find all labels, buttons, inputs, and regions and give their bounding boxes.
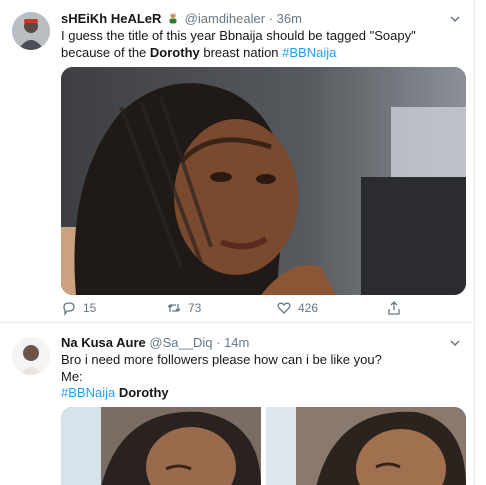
tweet-header: sHEiKh HeALeR @iamdihealer · 36m [61, 11, 302, 27]
tweet[interactable]: sHEiKh HeALeR @iamdihealer · 36m I guess… [0, 0, 474, 323]
tweet-text: Bro i need more followers please how can… [61, 352, 461, 402]
retweet-count: 73 [188, 301, 202, 315]
tweet-text: I guess the title of this year Bbnaija s… [61, 28, 461, 61]
share-button[interactable] [386, 300, 402, 316]
chevron-down-icon[interactable] [448, 12, 462, 26]
display-name[interactable]: Na Kusa Aure [61, 335, 146, 350]
timestamp[interactable]: 36m [277, 11, 302, 26]
avatar[interactable] [12, 12, 50, 50]
reply-count: 15 [83, 301, 97, 315]
handle[interactable]: @Sa__Diq [149, 335, 212, 350]
text-line: Me: [61, 368, 83, 384]
timestamp[interactable]: 14m [224, 335, 249, 350]
person-emoji-icon [169, 13, 177, 24]
separator-dot: · [268, 11, 274, 26]
display-name[interactable]: sHEiKh HeALeR [61, 11, 161, 26]
handle[interactable]: @iamdihealer [185, 11, 265, 26]
like-button[interactable]: 426 [276, 300, 318, 316]
reply-button[interactable]: 15 [61, 300, 96, 316]
text-bold: Dorothy [118, 385, 169, 400]
reply-icon [63, 302, 75, 316]
text-segment: breast nation [199, 44, 283, 60]
separator-dot: · [216, 335, 221, 350]
text-line: Bro i need more followers please how can… [61, 352, 382, 367]
retweet-icon [167, 304, 181, 312]
tweet-actions: 15 73 426 [61, 300, 441, 320]
avatar[interactable] [12, 337, 50, 375]
like-count: 426 [298, 301, 319, 315]
tweet-photo[interactable] [61, 67, 466, 295]
like-icon [277, 302, 291, 314]
share-icon [388, 301, 400, 315]
tweet-photo[interactable] [61, 407, 261, 485]
tweet-header: Na Kusa Aure @Sa__Diq · 14m [61, 335, 249, 351]
text-bold: Dorothy [149, 44, 200, 60]
tweet-photo[interactable] [266, 407, 466, 485]
timeline: sHEiKh HeALeR @iamdihealer · 36m I guess… [0, 0, 475, 485]
chevron-down-icon[interactable] [448, 336, 462, 350]
hashtag-link[interactable]: #BBNaija [282, 45, 336, 60]
text-line: #BBNaija Dorothy [61, 385, 461, 402]
retweet-button[interactable]: 73 [166, 300, 201, 316]
hashtag-link[interactable]: #BBNaija [61, 385, 115, 400]
